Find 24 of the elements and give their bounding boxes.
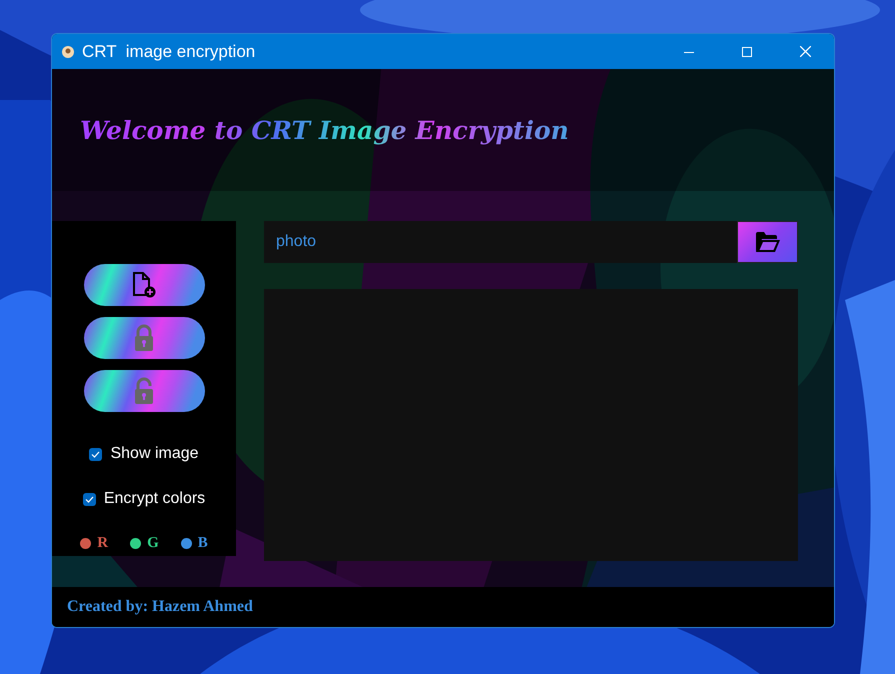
- channel-label: G: [147, 535, 159, 552]
- channel-radio[interactable]: [130, 538, 142, 549]
- decrypt-button[interactable]: [84, 370, 204, 412]
- file-path-field[interactable]: photo: [264, 221, 737, 263]
- checkbox-label: Encrypt colors: [104, 490, 206, 508]
- unlock-icon: [133, 377, 155, 405]
- channel-label: B: [198, 535, 208, 552]
- checkbox[interactable]: [82, 492, 96, 506]
- encrypt-button[interactable]: [84, 317, 204, 359]
- app-icon: [62, 46, 74, 58]
- add-file-button[interactable]: [84, 264, 204, 306]
- channel-label: R: [97, 535, 108, 552]
- checkbox[interactable]: [89, 448, 102, 460]
- folder-icon: [754, 231, 780, 253]
- channel-radio[interactable]: [80, 538, 92, 549]
- checkbox-label: Show image: [110, 445, 199, 463]
- close-icon[interactable]: [800, 46, 810, 57]
- browse-button[interactable]: [737, 221, 798, 263]
- credit-text: Created by: Hazem Ahmed: [67, 598, 253, 616]
- window-title: CRT image encryption: [82, 42, 256, 62]
- channel-radio[interactable]: [180, 538, 192, 549]
- lock-icon: [133, 324, 155, 352]
- maximize-icon[interactable]: [742, 46, 752, 56]
- file-add-icon: [131, 271, 157, 299]
